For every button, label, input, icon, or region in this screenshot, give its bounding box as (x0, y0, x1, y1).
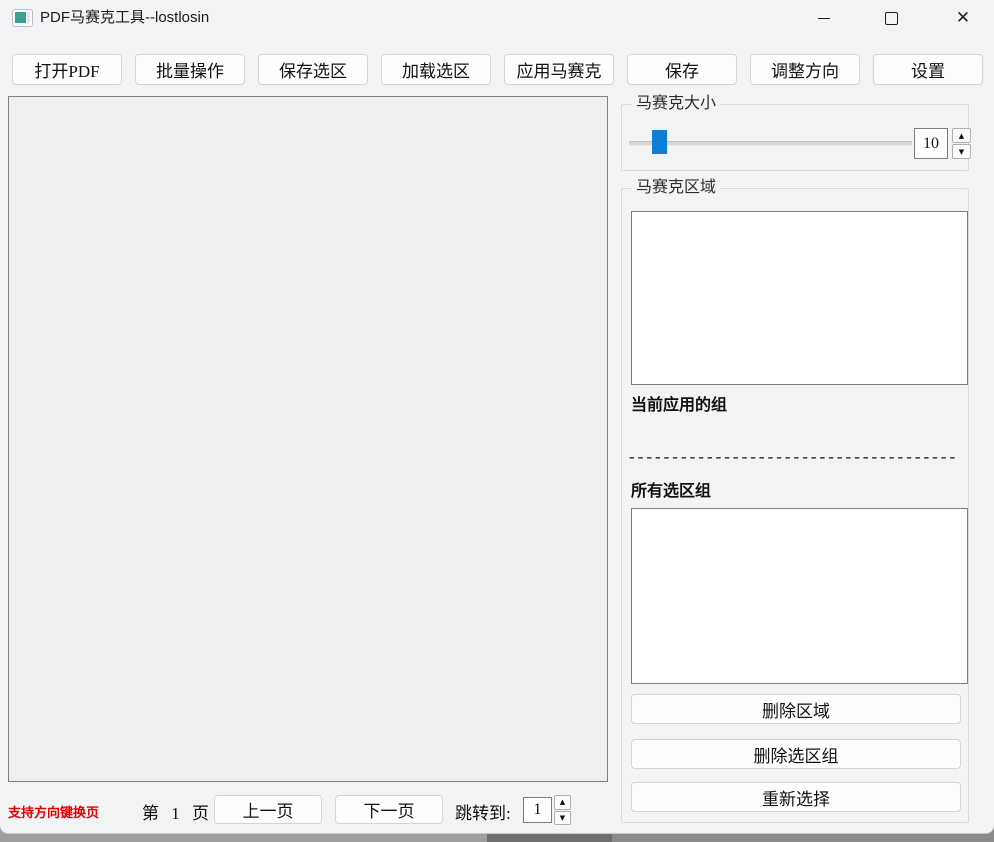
page-prefix: 第 (142, 804, 159, 823)
settings-button[interactable]: 设置 (873, 54, 983, 85)
open-pdf-button[interactable]: 打开PDF (12, 54, 122, 85)
app-icon (12, 9, 33, 27)
spin-up-icon: ▲ (959, 132, 964, 140)
mosaic-size-slider-track[interactable] (629, 141, 912, 146)
minimize-icon (818, 18, 830, 19)
spin-down-icon: ▼ (560, 814, 565, 822)
screen: PDF马赛克工具--lostlosin ✕ 打开PDF 批量操作 保存选区 加载… (0, 0, 994, 842)
mosaic-size-spinner: ▲ ▼ (952, 128, 971, 159)
mosaic-region-group-title: 马赛克区域 (632, 179, 720, 197)
minimize-button[interactable] (801, 0, 847, 36)
prev-page-button[interactable]: 上一页 (214, 795, 322, 824)
mosaic-size-group-title: 马赛克大小 (632, 95, 720, 113)
mosaic-region-group: 马赛克区域 当前应用的组 ---------------------------… (621, 188, 969, 823)
mosaic-size-spin-down-button[interactable]: ▼ (952, 144, 971, 159)
jump-page-spinner: ▲ ▼ (554, 795, 571, 825)
all-selection-groups-label: 所有选区组 (631, 477, 711, 501)
selection-groups-list[interactable] (631, 508, 968, 684)
current-applied-group-label: 当前应用的组 (631, 391, 727, 415)
mosaic-size-group: 马赛克大小 ▲ ▼ (621, 104, 969, 171)
jump-spin-up-button[interactable]: ▲ (554, 795, 571, 810)
close-button[interactable]: ✕ (940, 0, 986, 36)
maximize-icon (885, 12, 898, 25)
mosaic-size-input[interactable] (914, 128, 948, 159)
window-title: PDF马赛克工具--lostlosin (40, 0, 209, 36)
next-page-button[interactable]: 下一页 (335, 795, 443, 824)
jump-to-label: 跳转到: (455, 799, 511, 824)
delete-selection-group-button[interactable]: 删除选区组 (631, 739, 961, 769)
pdf-canvas[interactable] (8, 96, 608, 782)
maximize-button[interactable] (868, 0, 914, 36)
app-window: PDF马赛克工具--lostlosin ✕ 打开PDF 批量操作 保存选区 加载… (0, 0, 994, 833)
arrow-key-hint: 支持方向键换页 (8, 802, 99, 821)
mosaic-size-slider-handle[interactable] (652, 130, 667, 154)
jump-spin-down-button[interactable]: ▼ (554, 811, 571, 826)
batch-operation-button[interactable]: 批量操作 (135, 54, 245, 85)
load-selection-button[interactable]: 加载选区 (381, 54, 491, 85)
mosaic-region-list[interactable] (631, 211, 968, 385)
page-number: 1 (171, 804, 180, 823)
app-icon-strip (27, 12, 30, 23)
apply-mosaic-button[interactable]: 应用马赛克 (504, 54, 614, 85)
app-icon-teal-square (15, 12, 26, 23)
save-selection-button[interactable]: 保存选区 (258, 54, 368, 85)
spin-down-icon: ▼ (959, 148, 964, 156)
save-button[interactable]: 保存 (627, 54, 737, 85)
title-bar: PDF马赛克工具--lostlosin ✕ (0, 0, 994, 36)
mosaic-size-spin-up-button[interactable]: ▲ (952, 128, 971, 143)
jump-page-input[interactable] (523, 797, 552, 823)
reselect-button[interactable]: 重新选择 (631, 782, 961, 812)
adjust-orientation-button[interactable]: 调整方向 (750, 54, 860, 85)
delete-region-button[interactable]: 删除区域 (631, 694, 961, 724)
spin-up-icon: ▲ (560, 798, 565, 806)
page-indicator: 第 1 页 (142, 799, 209, 824)
close-icon: ✕ (956, 8, 970, 28)
dashed-divider: -------------------------------------- (629, 447, 965, 467)
toolbar: 打开PDF 批量操作 保存选区 加载选区 应用马赛克 保存 调整方向 设置 (12, 54, 983, 85)
page-suffix: 页 (192, 804, 209, 823)
